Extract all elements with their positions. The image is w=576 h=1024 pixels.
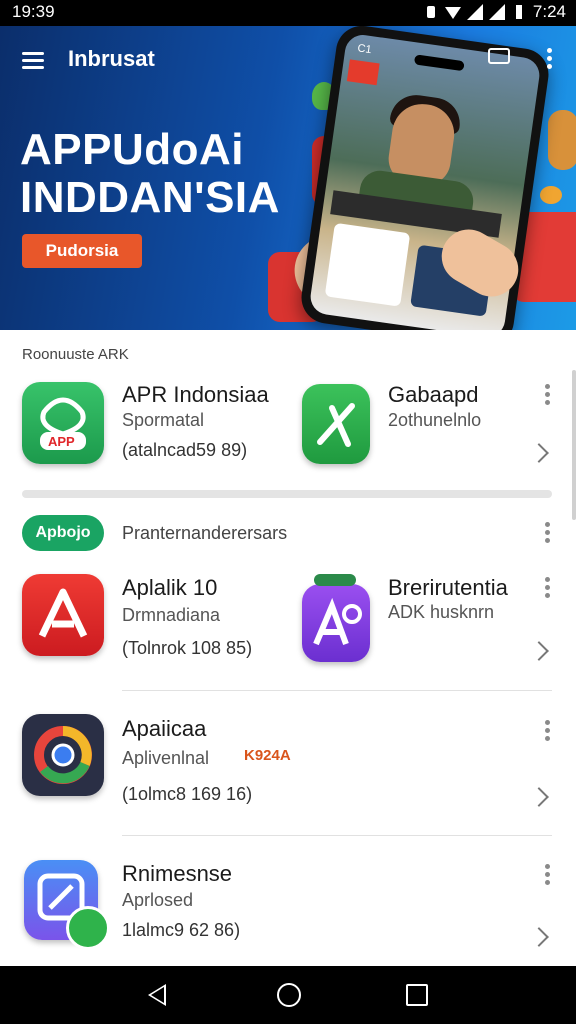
app-title: Inbrusat (68, 46, 155, 71)
app-meta: (atalncad59 89) (122, 440, 248, 460)
app-meta: (1olmc8 169 16) (122, 784, 253, 804)
app-subtitle: Aprlosed (122, 890, 194, 910)
app-subtitle: 2othunelnlo (388, 410, 482, 430)
app-subtitle: Spormatal (122, 410, 205, 430)
app-icon-aplalik[interactable] (22, 574, 104, 656)
app-tag: K924A (244, 747, 291, 764)
badge-icon (314, 574, 356, 586)
phone-card (324, 222, 411, 307)
scrollbar[interactable] (572, 370, 576, 520)
back-icon[interactable] (148, 984, 166, 1006)
recents-icon[interactable] (406, 984, 428, 1006)
app-subtitle: ADK husknrn (388, 602, 495, 622)
cast-icon[interactable] (488, 48, 510, 66)
app-name[interactable]: Aplalik 10 (122, 575, 217, 601)
app-icon-apaiicaa[interactable] (22, 714, 104, 796)
promo-label: Pranternanderersars (122, 523, 288, 543)
signal-icon-2 (488, 4, 505, 20)
app-meta: (Tolnrok 108 85) (122, 638, 253, 658)
letter-a-icon (38, 588, 88, 638)
app-meta: 1lalmc9 62 86) (122, 920, 241, 940)
status-time: 19:39 (12, 2, 55, 21)
hero-title: APPUdoAi INDDAN'SIA (20, 126, 280, 222)
status-time-right: 7:24 (532, 2, 566, 21)
chrome-icon (34, 726, 92, 784)
more-vert-icon[interactable] (545, 384, 551, 408)
app-name[interactable]: Rnimesnse (122, 861, 232, 887)
app-icon-gabaapd[interactable] (302, 384, 370, 464)
app-name[interactable]: Gabaapd (388, 382, 479, 408)
status-bar: 19:39 7:24 (0, 0, 576, 26)
more-vert-icon[interactable] (545, 864, 551, 888)
app-a-icon (313, 597, 362, 646)
battery-icon (515, 5, 522, 19)
home-icon[interactable] (277, 983, 301, 1007)
more-vert-icon[interactable] (545, 522, 551, 546)
more-vert-icon[interactable] (545, 720, 551, 744)
app-icon-apr[interactable]: APP (22, 382, 104, 464)
promo-pill[interactable]: Apbojo (22, 515, 104, 551)
status-icons: 7:24 (423, 2, 566, 22)
phone-notch (413, 54, 465, 72)
tools-icon (317, 403, 355, 447)
row-divider (122, 690, 552, 691)
phone-corner-label: C1 (356, 42, 373, 57)
more-vert-icon[interactable] (545, 577, 551, 601)
section-label: Roonuuste ARK (22, 346, 129, 363)
vibrate-icon (426, 6, 435, 18)
app-badge: APP (48, 434, 75, 449)
app-icon-brerirutentia[interactable] (302, 584, 370, 662)
wifi-icon (444, 7, 461, 19)
app-subtitle: Aplivenlnal (122, 748, 210, 768)
app-subtitle: Drmnadiana (122, 605, 221, 625)
hero-title-line1: APPUdoAi (20, 125, 244, 174)
chat-badge-icon (66, 906, 110, 950)
decor-figurine (548, 110, 576, 170)
section-divider (22, 490, 552, 498)
app-name[interactable]: APR Indonsiaa (122, 382, 269, 408)
system-nav-bar (0, 966, 576, 1024)
flag-graphic (346, 59, 380, 86)
menu-icon[interactable] (22, 48, 44, 73)
row-divider (122, 835, 552, 836)
decor-yellow-ball (540, 186, 562, 204)
more-vert-icon[interactable] (547, 48, 553, 72)
hero-banner: C1 Inbrusat APPUdoAi INDDAN'SIA Pudorsia (0, 26, 576, 330)
bag-icon (40, 397, 86, 450)
app-name[interactable]: Brerirutentia (388, 575, 508, 601)
hero-button[interactable]: Pudorsia (22, 234, 142, 268)
hero-title-line2: INDDAN'SIA (20, 173, 280, 222)
signal-icon (466, 4, 483, 20)
app-name[interactable]: Apaiicaa (122, 716, 206, 742)
